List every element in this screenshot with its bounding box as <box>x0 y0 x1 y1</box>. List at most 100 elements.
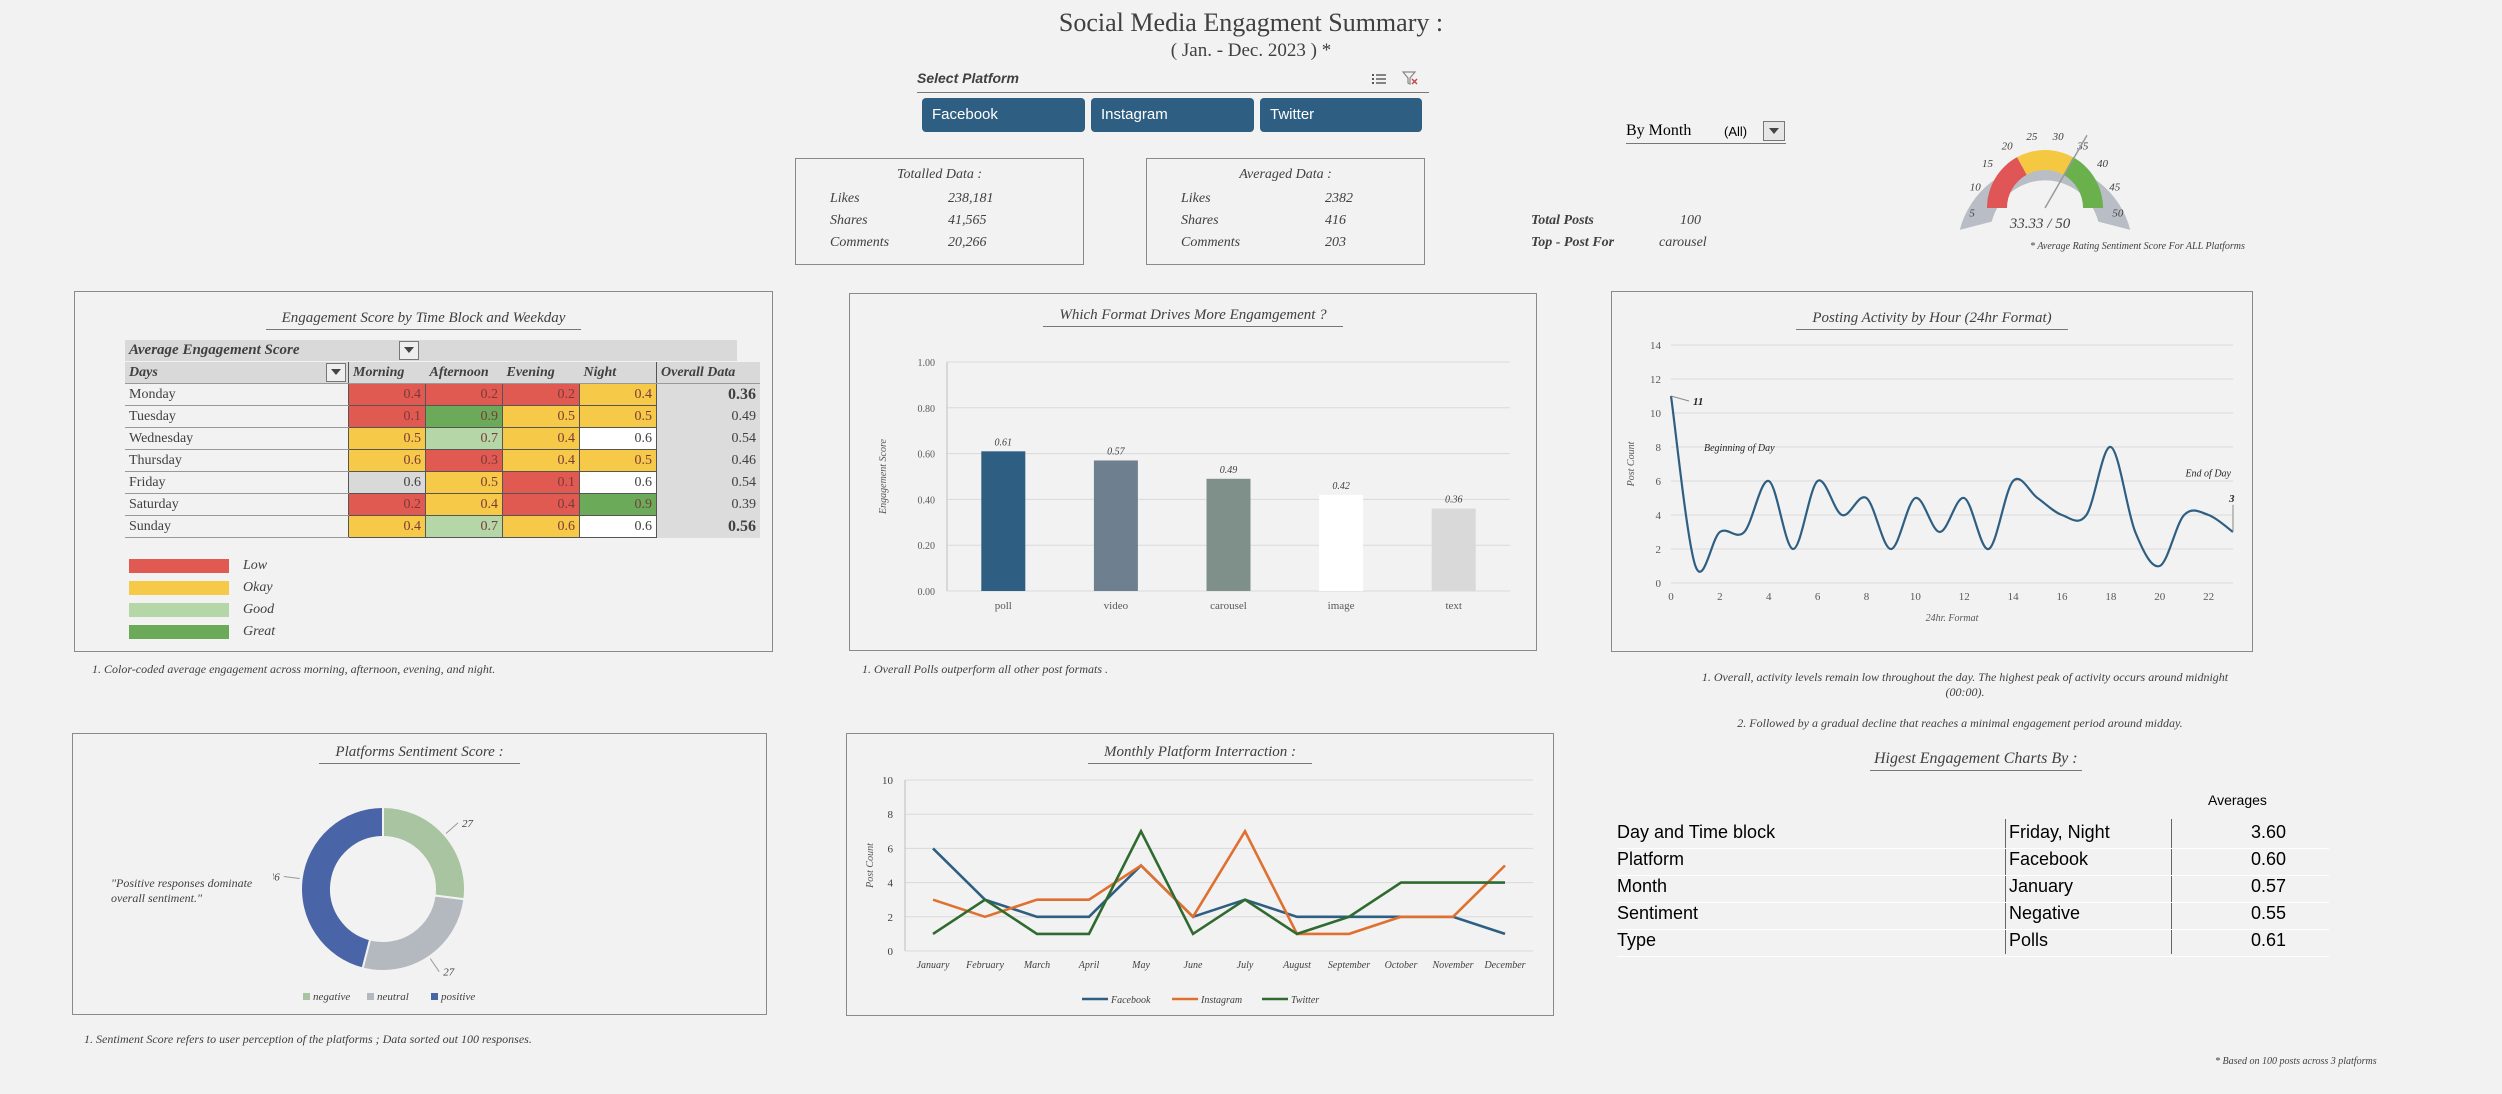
gauge-readout: 33.33 / 50 <box>2009 216 2071 232</box>
highest-col-header: Averages <box>2208 792 2267 808</box>
peak-leader <box>1670 395 1690 402</box>
donut-data-label: 27 <box>443 967 455 979</box>
x-tick-label: November <box>1431 960 1473 971</box>
x-tick-label: 16 <box>2056 591 2068 603</box>
header-days-label: Days <box>129 364 158 380</box>
y-axis-label: Engagement Score <box>878 439 889 515</box>
format-note: 1. Overall Polls outperform all other po… <box>862 662 1108 676</box>
totalled-shares-value: 41,565 <box>948 213 987 228</box>
bar <box>981 451 1026 591</box>
y-tick-label: 0.00 <box>918 587 936 598</box>
y-tick-label: 0.60 <box>918 450 936 461</box>
hourly-chart-panel: Posting Activity by Hour (24hr Format) 0… <box>1611 291 2253 652</box>
highest-title-text: Higest Engagement Charts By : <box>1870 750 2082 771</box>
legend-label: neutral <box>377 991 409 1003</box>
y-tick-label: 6 <box>888 843 894 855</box>
y-tick-label: 4 <box>888 878 894 890</box>
dropdown-arrow-icon[interactable] <box>1763 121 1785 141</box>
table-row: Sunday 0.4 0.7 0.6 0.6 0.56 <box>125 515 760 538</box>
gauge-tick-label: 20 <box>2002 141 2014 153</box>
donut-data-label: 27 <box>462 818 474 830</box>
month-filter[interactable]: By Month (All) <box>1626 121 1786 144</box>
engagement-note: 1. Color-coded average engagement across… <box>92 662 496 676</box>
day-label: Saturday <box>125 493 349 516</box>
heat-cell: 0.4 <box>425 493 503 516</box>
highest-value: Friday, Night <box>2009 822 2110 842</box>
highest-category: Month <box>1617 876 1668 896</box>
x-tick-label: May <box>1131 960 1150 971</box>
total-posts-value: 100 <box>1680 213 1701 228</box>
totalled-data-box: Totalled Data : Likes 238,181 Shares 41,… <box>795 158 1084 265</box>
header-days: Days <box>125 362 349 384</box>
x-tick-label: text <box>1445 600 1462 612</box>
heat-cell: 0.2 <box>502 383 580 406</box>
slicer-button-facebook[interactable]: Facebook <box>922 98 1085 132</box>
gauge-tick-label: 15 <box>1982 158 1994 170</box>
averaged-shares-value: 416 <box>1325 213 1346 228</box>
highest-average: 0.55 <box>2251 903 2287 923</box>
legend-label: Good <box>243 602 275 617</box>
y-tick-label: 10 <box>882 775 894 787</box>
y-tick-label: 0.80 <box>918 404 936 415</box>
heat-cell: 0.4 <box>502 449 580 472</box>
highest-average: 0.60 <box>2251 849 2287 869</box>
format-chart-panel: Which Format Drives More Engamgement ? 0… <box>849 293 1537 651</box>
highest-average: 0.57 <box>2251 876 2287 896</box>
y-tick-label: 10 <box>1650 408 1662 420</box>
overall-cell: 0.56 <box>656 515 760 538</box>
legend-label: Okay <box>243 580 273 595</box>
averaged-comments-label: Comments <box>1181 235 1241 250</box>
table-row: Thursday 0.6 0.3 0.4 0.5 0.46 <box>125 449 760 472</box>
donut-leader <box>429 958 440 972</box>
bar <box>1093 460 1138 591</box>
format-bar-chart: 0.00 0.20 0.40 0.60 0.80 1.00 Engagement Score… <box>878 358 1510 612</box>
donut-slice <box>361 894 466 972</box>
avg-engagement-filter-icon[interactable] <box>399 341 419 360</box>
highest-row: Sentiment Negative 0.55 <box>1617 903 2329 930</box>
sentiment-note: 1. Sentiment Score refers to user percep… <box>84 1032 532 1046</box>
slicer-button-instagram[interactable]: Instagram <box>1091 98 1254 132</box>
averaged-shares-label: Shares <box>1181 213 1219 228</box>
x-tick-label: 18 <box>2105 591 2117 603</box>
engagement-title: Engagement Score by Time Block and Weekd… <box>75 310 772 330</box>
hourly-line <box>1669 395 2234 573</box>
highest-title: Higest Engagement Charts By : <box>1870 750 2082 771</box>
month-filter-value: (All) <box>1724 124 1748 139</box>
legend-swatch <box>129 625 229 639</box>
x-tick-label: poll <box>995 600 1012 612</box>
end-annotation: End of Day <box>2184 469 2231 480</box>
hourly-note-2: 2. Followed by a gradual decline that re… <box>1737 716 2183 730</box>
sentiment-panel: Platforms Sentiment Score : "Positive re… <box>72 733 767 1015</box>
clear-filter-icon[interactable] <box>1401 71 1418 85</box>
monthly-chart-panel: Monthly Platform Interraction : 0 2 4 6 8 10 P… <box>846 733 1554 1016</box>
legend-label: Twitter <box>1291 995 1319 1006</box>
header-night: Night <box>579 362 657 384</box>
days-filter-icon[interactable] <box>326 363 346 382</box>
highest-value: Polls <box>2009 930 2049 950</box>
y-tick-label: 2 <box>888 912 894 924</box>
y-tick-label: 12 <box>1650 374 1661 386</box>
legend-label: Facebook <box>1110 995 1151 1006</box>
page-subtitle: ( Jan. - Dec. 2023 ) * <box>1170 40 1332 61</box>
legend-label: Instagram <box>1200 995 1242 1006</box>
x-tick-label: 8 <box>1864 591 1870 603</box>
y-tick-label: 2 <box>1656 544 1662 556</box>
overall-cell: 0.54 <box>656 427 760 450</box>
heat-cell: 0.6 <box>579 427 657 450</box>
x-tick-label: 2 <box>1717 591 1723 603</box>
y-tick-label: 8 <box>1656 442 1662 454</box>
totalled-comments-label: Comments <box>830 235 890 250</box>
slicer-button-twitter[interactable]: Twitter <box>1260 98 1422 132</box>
x-tick-label: 6 <box>1815 591 1821 603</box>
multi-select-icon[interactable] <box>1372 72 1386 84</box>
highest-category: Sentiment <box>1617 903 1699 923</box>
sentiment-quote: "Positive responses dominate overall sen… <box>111 876 253 905</box>
engagement-panel: Engagement Score by Time Block and Weekd… <box>74 291 773 652</box>
averaged-likes-value: 2382 <box>1325 191 1353 206</box>
header-morning: Morning <box>348 362 426 384</box>
totalled-title: Totalled Data : <box>896 167 983 182</box>
heat-cell: 0.5 <box>425 471 503 494</box>
day-label: Tuesday <box>125 405 349 428</box>
gauge-tick-label: 25 <box>2026 131 2038 143</box>
table-row: Wednesday 0.5 0.7 0.4 0.6 0.54 <box>125 427 760 450</box>
